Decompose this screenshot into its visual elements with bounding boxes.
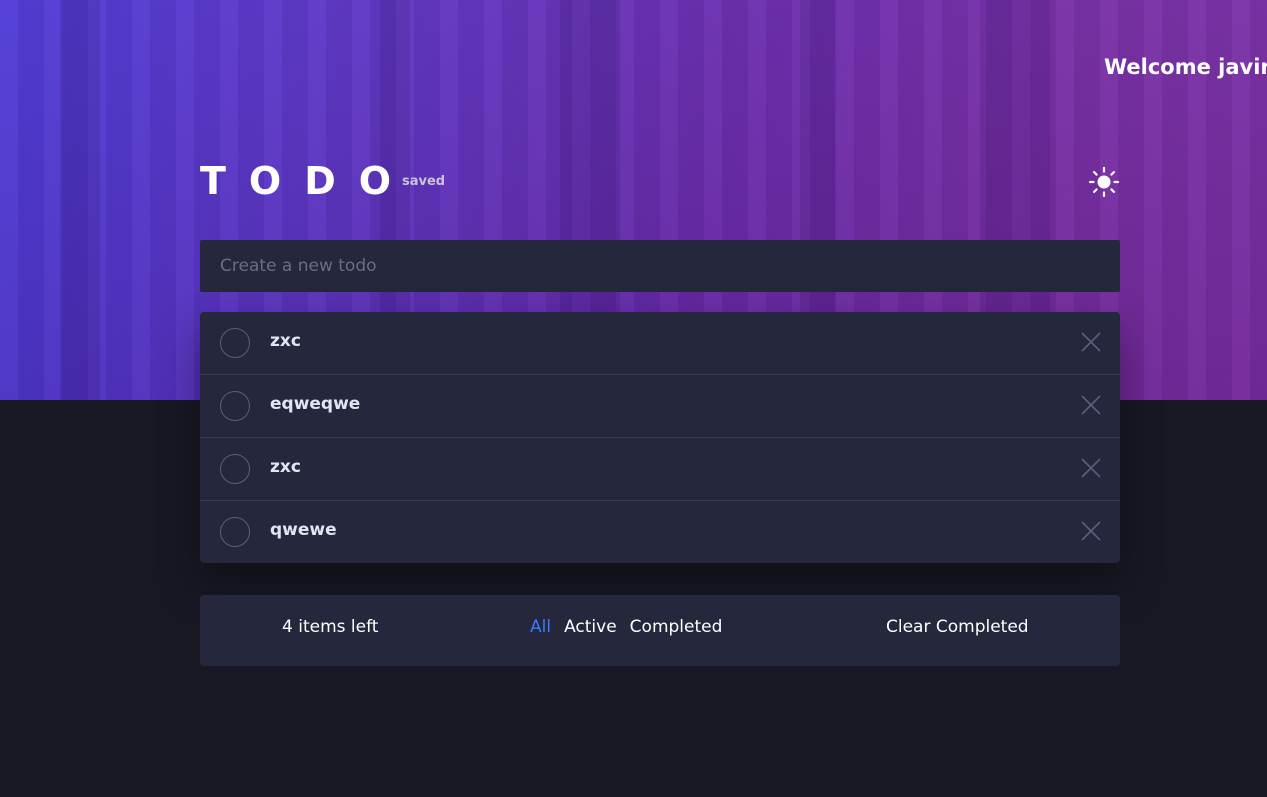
- complete-checkbox[interactable]: [220, 454, 250, 484]
- todo-text: qwewe: [270, 520, 337, 540]
- items-left-count: 4 items left: [282, 617, 379, 637]
- todo-item: zxc: [200, 438, 1120, 501]
- todo-text: eqweqwe: [270, 394, 361, 414]
- filter-all[interactable]: All: [530, 617, 551, 637]
- filter-active[interactable]: Active: [564, 617, 617, 637]
- todo-item: zxc: [200, 312, 1120, 375]
- complete-checkbox[interactable]: [220, 391, 250, 421]
- save-status: saved: [402, 174, 446, 189]
- todo-footer: 4 items left All Active Completed Clear Co…: [200, 595, 1120, 666]
- welcome-message: Welcome javin: [1104, 55, 1267, 79]
- close-icon: [1081, 332, 1101, 352]
- app-title: TODO: [200, 159, 415, 203]
- close-icon: [1081, 458, 1101, 478]
- delete-button[interactable]: [1080, 394, 1102, 416]
- title-row: TODO saved: [200, 158, 1120, 204]
- new-todo-field: [200, 240, 1120, 292]
- complete-checkbox[interactable]: [220, 517, 250, 547]
- page: Welcome javin TODO saved Create a new to…: [0, 0, 1267, 797]
- new-todo-input[interactable]: [200, 240, 1120, 292]
- todo-item: eqweqwe: [200, 375, 1120, 438]
- sun-icon: [1088, 166, 1120, 198]
- delete-button[interactable]: [1080, 331, 1102, 353]
- complete-checkbox[interactable]: [220, 328, 250, 358]
- todo-list: zxc eqweqwe zxc qwewe: [200, 312, 1120, 563]
- close-icon: [1081, 395, 1101, 415]
- close-icon: [1081, 521, 1101, 541]
- todo-text: zxc: [270, 331, 301, 351]
- theme-toggle-button[interactable]: [1088, 166, 1120, 198]
- filter-completed[interactable]: Completed: [630, 617, 723, 637]
- clear-completed-button[interactable]: Clear Completed: [886, 617, 1029, 637]
- filter-group: All Active Completed: [530, 617, 735, 637]
- todo-text: zxc: [270, 457, 301, 477]
- delete-button[interactable]: [1080, 457, 1102, 479]
- delete-button[interactable]: [1080, 520, 1102, 542]
- todo-item: qwewe: [200, 501, 1120, 563]
